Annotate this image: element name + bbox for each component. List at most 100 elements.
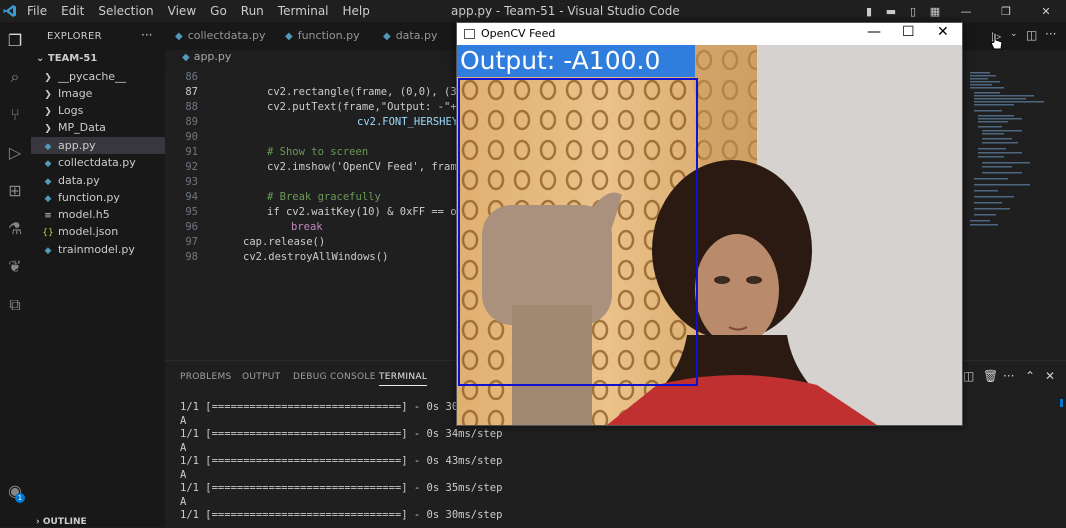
more-actions-icon[interactable]: ··· xyxy=(1045,27,1056,41)
terminal-line: A xyxy=(180,415,187,427)
close-panel-icon[interactable]: ✕ xyxy=(1045,369,1055,383)
more-actions-icon[interactable]: ··· xyxy=(141,28,152,42)
python-file-icon: ◆ xyxy=(175,31,183,42)
tree-item-data-py[interactable]: ◆ data.py xyxy=(31,172,165,189)
tree-item-app-py[interactable]: ◆ app.py xyxy=(31,137,165,154)
line-number: 91 xyxy=(185,146,198,158)
terminal-line: 1/1 [==============================] - 0… xyxy=(180,455,503,467)
minimize-icon[interactable]: — xyxy=(867,24,881,40)
line-number: 97 xyxy=(185,236,198,248)
tree-item-label: __pycache__ xyxy=(58,70,127,83)
menu-view[interactable]: View xyxy=(168,4,196,18)
tree-item-label: MP_Data xyxy=(58,121,106,134)
line-number: 86 xyxy=(185,71,198,83)
menu-run[interactable]: Run xyxy=(241,4,264,18)
tree-item-logs[interactable]: ❯ Logs xyxy=(31,102,165,119)
tree-item-trainmodel-py[interactable]: ◆ trainmodel.py xyxy=(31,241,165,258)
toggle-secondary-sidebar-icon[interactable]: ▯ xyxy=(902,5,924,18)
code-line: # Break gracefully xyxy=(267,191,381,203)
json-file-icon: {} xyxy=(42,228,54,238)
restore-window-icon[interactable]: ❐ xyxy=(986,5,1026,18)
explorer-sidebar: EXPLORER ··· ⌄ TEAM-51 ❯ __pycache__ ❯ Ima… xyxy=(31,22,165,527)
tree-item-model-h5[interactable]: ≡ model.h5 xyxy=(31,206,165,223)
activity-bar: ❐ ⌕ ⑂ ▷ ⊞ ⚗ ❦ ⧉ ◉ 1 xyxy=(0,22,31,527)
outline-section[interactable]: › OUTLINE xyxy=(36,517,87,527)
line-number: 89 xyxy=(185,116,198,128)
breadcrumb-file[interactable]: app.py xyxy=(194,50,232,63)
extensions-icon[interactable]: ⊞ xyxy=(4,180,26,202)
trash-icon[interactable]: 🗑 xyxy=(983,369,998,383)
window-title: app.py - Team-51 - Visual Studio Code xyxy=(451,4,680,18)
tab-data[interactable]: ◆ data.py xyxy=(383,22,437,50)
output-text: Output: -A100.0 xyxy=(460,46,661,75)
line-number: 98 xyxy=(185,251,198,263)
split-editor-icon[interactable]: ◫ xyxy=(1026,28,1037,42)
project-folder-title[interactable]: ⌄ TEAM-51 xyxy=(36,53,97,64)
tree-item-mp-data[interactable]: ❯ MP_Data xyxy=(31,119,165,136)
tab-function[interactable]: ◆ function.py xyxy=(285,22,360,50)
python-file-icon: ◆ xyxy=(285,31,293,42)
maximize-icon[interactable]: ☐ xyxy=(902,24,915,40)
split-terminal-icon[interactable]: ◫ xyxy=(963,369,974,383)
source-control-icon[interactable]: ⑂ xyxy=(4,104,26,126)
project-name: TEAM-51 xyxy=(47,53,98,64)
toggle-sidebar-icon[interactable]: ▮ xyxy=(858,5,880,18)
tab-output[interactable]: OUTPUT xyxy=(242,372,280,382)
opencv-window[interactable]: OpenCV Feed — ☐ ✕ Output: -A100.0 xyxy=(456,22,963,426)
explorer-icon[interactable]: ❐ xyxy=(4,30,26,52)
code-line: cv2.FONT_HERSHEY_ xyxy=(357,116,465,128)
more-actions-icon[interactable]: ··· xyxy=(1003,369,1014,383)
line-number: 94 xyxy=(185,191,198,203)
customize-layout-icon[interactable]: ▦ xyxy=(924,5,946,18)
window-icon xyxy=(464,29,475,39)
line-number: 95 xyxy=(185,206,198,218)
line-number: 96 xyxy=(185,221,198,233)
breadcrumb: ◆ app.py xyxy=(165,50,465,70)
camera-feed: Output: -A100.0 xyxy=(457,45,962,425)
chevron-down-icon[interactable]: ⌄ xyxy=(1010,29,1018,39)
tab-label: function.py xyxy=(297,29,360,42)
opencv-titlebar[interactable]: OpenCV Feed — ☐ ✕ xyxy=(457,23,962,45)
tab-collectdata[interactable]: ◆ collectdata.py xyxy=(175,22,266,50)
terminal-line: 1/1 [==============================] - 0… xyxy=(180,509,503,521)
menu-edit[interactable]: Edit xyxy=(61,4,84,18)
account-badge: 1 xyxy=(15,493,25,503)
maximize-panel-icon[interactable]: ⌃ xyxy=(1025,369,1035,383)
minimize-window-icon[interactable]: — xyxy=(946,5,986,18)
mongodb-leaf-icon[interactable]: ❦ xyxy=(4,256,26,278)
line-number: 88 xyxy=(185,101,198,113)
vscode-logo-icon xyxy=(3,5,16,17)
remote-explorer-icon[interactable]: ⧉ xyxy=(4,294,26,316)
menu-go[interactable]: Go xyxy=(210,4,227,18)
search-icon[interactable]: ⌕ xyxy=(4,66,26,88)
tree-item-label: collectdata.py xyxy=(58,156,136,169)
tab-terminal[interactable]: TERMINAL xyxy=(379,372,428,386)
menu-file[interactable]: File xyxy=(27,4,47,18)
scrollbar-indicator[interactable] xyxy=(1060,399,1063,407)
minimap[interactable] xyxy=(965,70,1065,360)
tree-item-image[interactable]: ❯ Image xyxy=(31,85,165,102)
opencv-window-title: OpenCV Feed xyxy=(481,27,556,40)
tree-item-model-json[interactable]: {} model.json xyxy=(31,223,165,240)
title-bar: File Edit Selection View Go Run Terminal… xyxy=(0,0,1066,22)
tree-item-function-py[interactable]: ◆ function.py xyxy=(31,189,165,206)
tree-item-collectdata-py[interactable]: ◆ collectdata.py xyxy=(31,154,165,171)
tab-debug-console[interactable]: DEBUG CONSOLE xyxy=(293,372,376,382)
close-window-icon[interactable]: ✕ xyxy=(1026,5,1066,18)
menu-selection[interactable]: Selection xyxy=(98,4,153,18)
tree-item-pycache[interactable]: ❯ __pycache__ xyxy=(31,68,165,85)
toggle-panel-icon[interactable]: ▬ xyxy=(880,5,902,18)
menu-bar: File Edit Selection View Go Run Terminal… xyxy=(27,4,384,18)
tab-problems[interactable]: PROBLEMS xyxy=(180,372,232,382)
run-debug-icon[interactable]: ▷ xyxy=(4,142,26,164)
tree-item-label: function.py xyxy=(58,191,120,204)
close-icon[interactable]: ✕ xyxy=(937,24,949,40)
menu-terminal[interactable]: Terminal xyxy=(278,4,329,18)
terminal-line: A xyxy=(180,442,187,454)
terminal-line: A xyxy=(180,469,187,481)
tree-item-label: model.h5 xyxy=(58,208,110,221)
line-number: 87 xyxy=(185,86,198,98)
testing-icon[interactable]: ⚗ xyxy=(4,218,26,240)
output-label: Output: -A100.0 xyxy=(457,45,695,77)
menu-help[interactable]: Help xyxy=(343,4,370,18)
